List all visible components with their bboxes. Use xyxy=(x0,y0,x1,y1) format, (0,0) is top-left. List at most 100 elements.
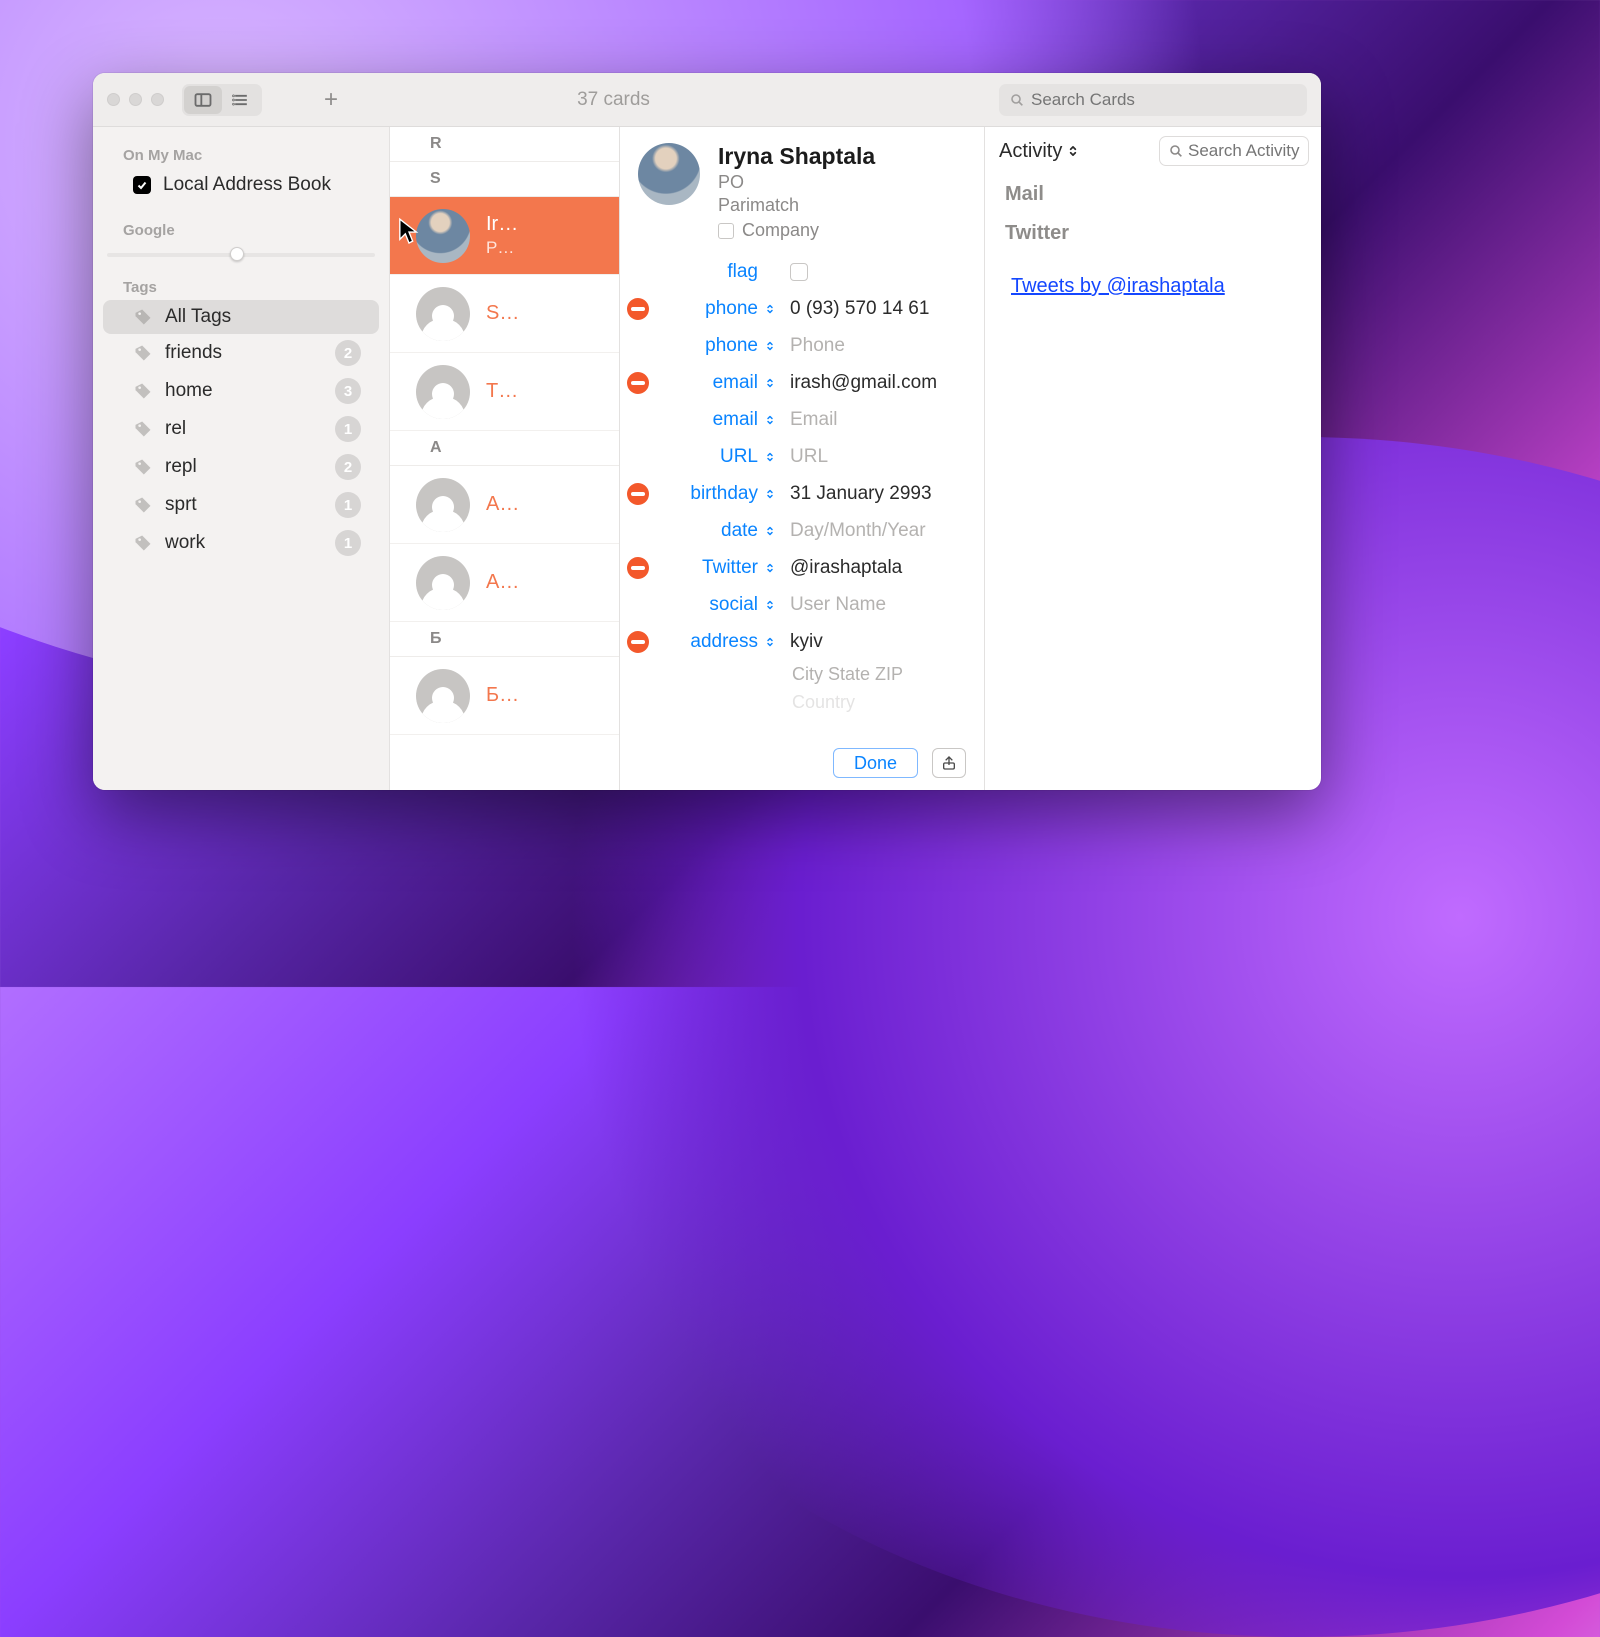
address-city-zip[interactable]: City State ZIP xyxy=(620,660,972,688)
toolbar-search[interactable] xyxy=(999,84,1307,116)
traffic-minimize[interactable] xyxy=(129,93,142,106)
field-phone-add: phone Phone xyxy=(620,327,972,364)
tweets-link[interactable]: Tweets by @irashaptala xyxy=(985,253,1321,298)
list-item[interactable]: Б… xyxy=(390,657,619,735)
sidebar-item-label: friends xyxy=(165,342,323,364)
view-columns-button[interactable] xyxy=(184,86,222,114)
sidebar-item-label: rel xyxy=(165,418,323,440)
remove-field-button[interactable] xyxy=(627,557,649,579)
field-placeholder[interactable]: Email xyxy=(780,409,972,431)
card-avatar[interactable] xyxy=(638,143,700,205)
share-icon xyxy=(941,754,957,772)
share-button[interactable] xyxy=(932,748,966,778)
remove-field-button[interactable] xyxy=(627,372,649,394)
field-label[interactable]: date xyxy=(656,520,760,542)
field-type-picker[interactable] xyxy=(760,636,780,648)
field-type-picker[interactable] xyxy=(760,377,780,389)
field-type-picker[interactable] xyxy=(760,414,780,426)
toolbar-search-input[interactable] xyxy=(1031,90,1297,110)
field-type-picker[interactable] xyxy=(760,303,780,315)
contact-avatar-photo xyxy=(416,209,470,263)
field-label[interactable]: social xyxy=(656,594,760,616)
field-type-picker[interactable] xyxy=(760,488,780,500)
tag-count-badge: 1 xyxy=(335,492,361,518)
field-label[interactable]: URL xyxy=(656,446,760,468)
sidebar-tag-home[interactable]: home3 xyxy=(103,372,379,410)
field-label[interactable]: phone xyxy=(656,298,760,320)
list-item[interactable]: S… xyxy=(390,275,619,353)
field-label[interactable]: phone xyxy=(656,335,760,357)
sidebar-all-tags[interactable]: All Tags xyxy=(103,300,379,334)
contact-avatar-generic xyxy=(416,669,470,723)
done-button[interactable]: Done xyxy=(833,748,918,778)
checkbox-checked-icon[interactable] xyxy=(133,176,151,194)
field-label[interactable]: email xyxy=(656,372,760,394)
sidebar-tags-header: Tags xyxy=(93,271,389,300)
contact-list[interactable]: RSIr…P…S…T…AA…A…ББ… xyxy=(390,127,620,790)
tag-count-badge: 2 xyxy=(335,454,361,480)
sidebar-item-label: work xyxy=(165,532,323,554)
field-type-picker[interactable] xyxy=(760,599,780,611)
field-type-picker[interactable] xyxy=(760,562,780,574)
field-phone: phone 0 (93) 570 14 61 xyxy=(620,290,972,327)
updown-icon xyxy=(764,414,776,426)
sidebar-accounts-header: On My Mac xyxy=(93,139,389,168)
updown-icon xyxy=(764,377,776,389)
card-fields: flag phone 0 (93) 570 14 61 phone Phone xyxy=(620,251,984,736)
sidebar-tag-repl[interactable]: repl2 xyxy=(103,448,379,486)
sidebar-tag-sprt[interactable]: sprt1 xyxy=(103,486,379,524)
tag-count-badge: 3 xyxy=(335,378,361,404)
tag-icon xyxy=(133,419,153,439)
flag-checkbox[interactable] xyxy=(790,263,808,281)
field-label[interactable]: address xyxy=(656,631,760,653)
list-item-name: Б… xyxy=(486,684,519,707)
field-placeholder[interactable]: Phone xyxy=(780,335,972,357)
remove-field-button[interactable] xyxy=(627,298,649,320)
list-item[interactable]: T… xyxy=(390,353,619,431)
field-value[interactable]: kyiv xyxy=(780,631,972,653)
activity-filter[interactable]: Activity xyxy=(999,140,1080,163)
field-value[interactable]: irash@gmail.com xyxy=(780,372,972,394)
sidebar-tag-rel[interactable]: rel1 xyxy=(103,410,379,448)
remove-field-button[interactable] xyxy=(627,483,649,505)
list-section-header: A xyxy=(390,431,619,466)
activity-search-input[interactable] xyxy=(1188,141,1300,161)
list-item[interactable]: A… xyxy=(390,544,619,622)
updown-icon xyxy=(764,562,776,574)
field-value[interactable]: 31 January 2993 xyxy=(780,483,972,505)
address-country[interactable]: Country xyxy=(620,688,972,716)
sidebar: On My Mac Local Address Book Google Tags… xyxy=(93,127,390,790)
field-value[interactable]: @irashaptala xyxy=(780,557,972,579)
tag-icon xyxy=(133,381,153,401)
checkbox-icon[interactable] xyxy=(718,223,734,239)
tag-icon xyxy=(133,343,153,363)
field-type-picker[interactable] xyxy=(760,451,780,463)
field-placeholder[interactable]: URL xyxy=(780,446,972,468)
card-name[interactable]: Iryna Shaptala xyxy=(718,143,875,170)
sidebar-tag-work[interactable]: work1 xyxy=(103,524,379,562)
field-label[interactable]: Twitter xyxy=(656,557,760,579)
card-company-name[interactable]: Parimatch xyxy=(718,195,875,216)
field-label[interactable]: flag xyxy=(656,261,760,283)
card-company-toggle[interactable]: Company xyxy=(718,220,875,241)
field-email: email irash@gmail.com xyxy=(620,364,972,401)
list-item[interactable]: A… xyxy=(390,466,619,544)
card-role[interactable]: PO xyxy=(718,172,875,193)
field-placeholder[interactable]: User Name xyxy=(780,594,972,616)
field-label[interactable]: birthday xyxy=(656,483,760,505)
traffic-zoom[interactable] xyxy=(151,93,164,106)
sidebar-tag-friends[interactable]: friends2 xyxy=(103,334,379,372)
remove-field-button[interactable] xyxy=(627,631,649,653)
field-label[interactable]: email xyxy=(656,409,760,431)
activity-search[interactable] xyxy=(1159,136,1309,166)
traffic-close[interactable] xyxy=(107,93,120,106)
list-item[interactable]: Ir…P… xyxy=(390,197,619,275)
activity-twitter-header[interactable]: Twitter xyxy=(985,214,1321,253)
sidebar-local-address-book[interactable]: Local Address Book xyxy=(103,168,379,202)
activity-mail-header[interactable]: Mail xyxy=(985,175,1321,214)
sidebar-split-slider[interactable] xyxy=(107,243,375,265)
field-value[interactable]: 0 (93) 570 14 61 xyxy=(780,298,972,320)
field-type-picker[interactable] xyxy=(760,525,780,537)
field-placeholder[interactable]: Day/Month/Year xyxy=(780,520,972,542)
field-type-picker[interactable] xyxy=(760,340,780,352)
